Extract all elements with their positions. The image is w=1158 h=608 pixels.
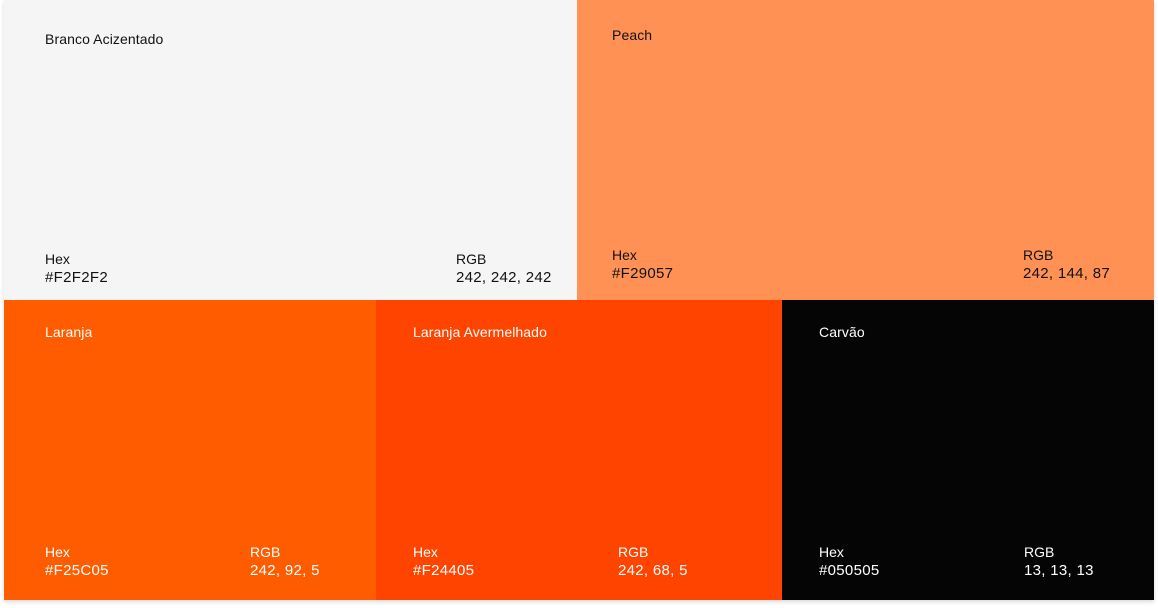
swatch-laranja-avermelhado: Laranja Avermelhado Hex #F24405 RGB 242,… <box>376 300 782 600</box>
hex-label: Hex <box>45 251 70 267</box>
hex-value: #F2F2F2 <box>45 269 108 286</box>
swatch-name: Branco Acizentado <box>45 31 164 47</box>
rgb-label: RGB <box>1023 247 1054 263</box>
rgb-label: RGB <box>456 251 487 267</box>
swatch-name: Carvão <box>819 324 865 340</box>
hex-value: #F25C05 <box>45 562 109 579</box>
swatch-name: Laranja Avermelhado <box>413 324 547 340</box>
rgb-label: RGB <box>1024 544 1055 560</box>
hex-value: #F24405 <box>413 562 475 579</box>
hex-label: Hex <box>45 544 70 560</box>
hex-value: #F29057 <box>612 265 674 282</box>
swatch-name: Peach <box>612 27 653 43</box>
swatch-branco-acizentado: Branco Acizentado Hex #F2F2F2 RGB 242, 2… <box>4 0 577 300</box>
hex-label: Hex <box>819 544 844 560</box>
swatch-peach: Peach Hex #F29057 RGB 242, 144, 87 <box>577 0 1154 300</box>
hex-value: #050505 <box>819 562 880 579</box>
rgb-label: RGB <box>618 544 649 560</box>
hex-label: Hex <box>612 247 637 263</box>
swatch-carvao: Carvão Hex #050505 RGB 13, 13, 13 <box>782 300 1154 600</box>
rgb-value: 242, 144, 87 <box>1023 265 1111 282</box>
swatch-laranja: Laranja Hex #F25C05 RGB 242, 92, 5 <box>4 300 376 600</box>
rgb-value: 13, 13, 13 <box>1024 562 1094 579</box>
hex-label: Hex <box>413 544 438 560</box>
color-palette-board: Branco Acizentado Hex #F2F2F2 RGB 242, 2… <box>4 0 1154 600</box>
rgb-value: 242, 242, 242 <box>456 269 552 286</box>
rgb-value: 242, 68, 5 <box>618 562 688 579</box>
rgb-label: RGB <box>250 544 281 560</box>
swatch-name: Laranja <box>45 324 93 340</box>
rgb-value: 242, 92, 5 <box>250 562 320 579</box>
